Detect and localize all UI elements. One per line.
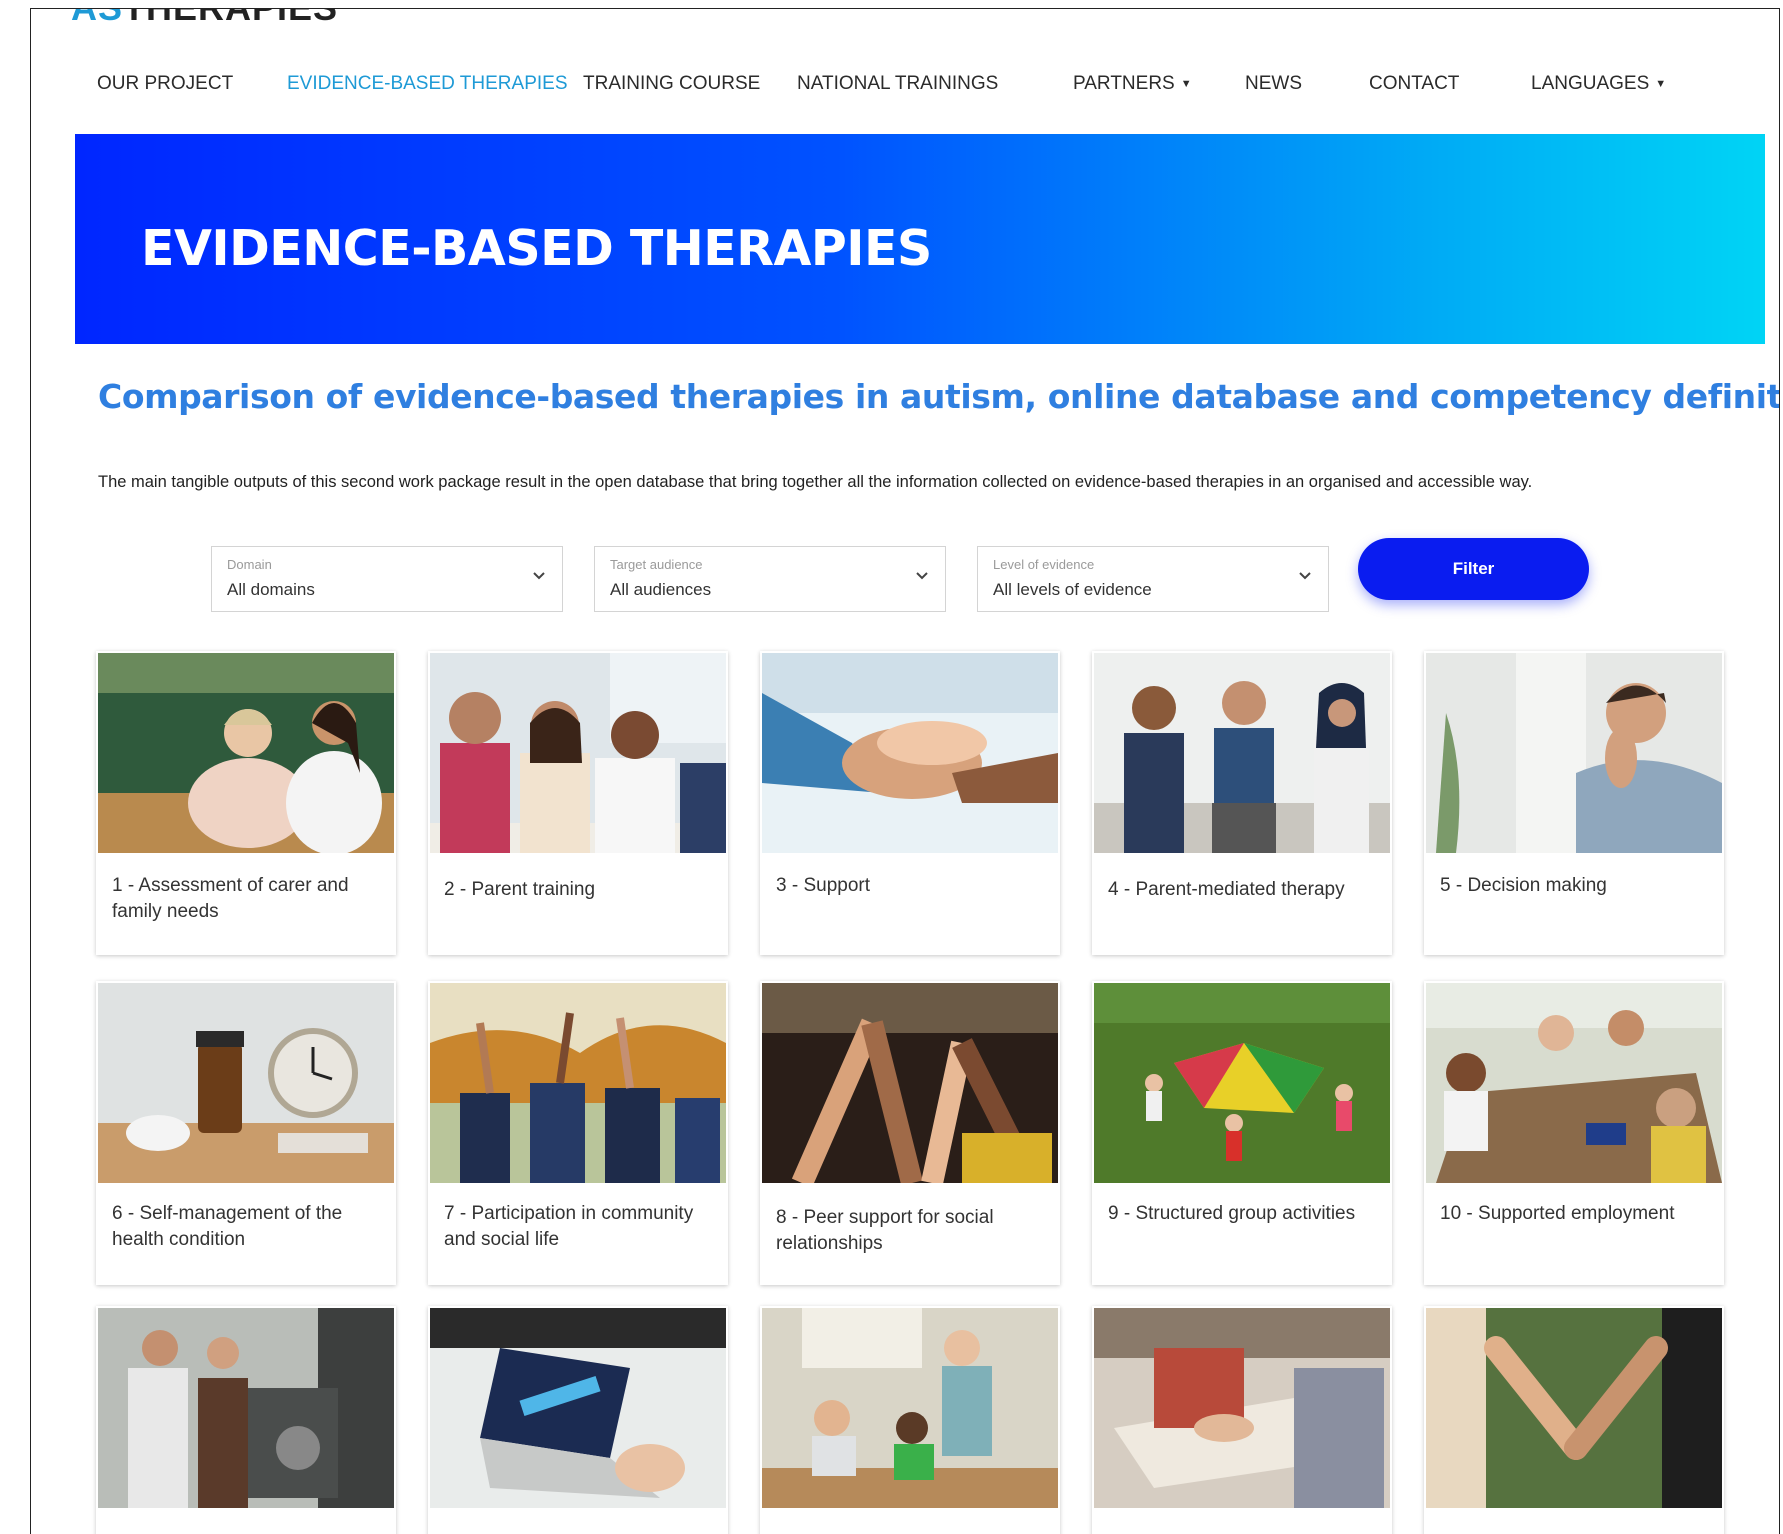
card-photo-group-seated [430,653,726,853]
therapy-card-14[interactable] [1092,1306,1392,1534]
therapy-card-4[interactable]: 4 - Parent-mediated therapy [1092,651,1392,955]
therapy-card-7[interactable]: 7 - Participation in community and socia… [428,981,728,1285]
audience-select[interactable]: Target audience All audiences [594,546,946,612]
card-title: 4 - Parent-mediated therapy [1108,879,1345,900]
page-title: EVIDENCE-BASED THERAPIES [141,220,932,277]
intro-text: The main tangible outputs of this second… [98,473,1533,491]
card-title: 8 - Peer support for social relationship… [776,1207,994,1254]
evidence-select[interactable]: Level of evidence All levels of evidence [977,546,1329,612]
card-photo-carer-nurse [98,653,394,853]
domain-select-label: Domain [227,557,272,572]
nav-evidence-based-therapies[interactable]: EVIDENCE-BASED THERAPIES [287,73,568,95]
chevron-down-icon [533,572,545,580]
nav-our-project[interactable]: OUR PROJECT [97,73,233,95]
card-photo-raised-hands [430,983,726,1183]
nav-label: CONTACT [1369,73,1460,94]
nav-label: PARTNERS [1073,73,1175,94]
audience-select-value: All audiences [610,580,712,599]
card-image [1426,1308,1722,1508]
therapy-card-8[interactable]: 8 - Peer support for social relationship… [760,981,1060,1285]
card-photo-hands-walking [1426,1308,1722,1508]
evidence-select-label: Level of evidence [993,557,1095,572]
caret-down-icon: ▼ [1655,77,1667,90]
chevron-down-icon [1299,572,1311,580]
chevron-down-icon [916,572,928,580]
nav-partners[interactable]: PARTNERS ▼ [1073,73,1192,95]
therapy-card-11[interactable] [96,1306,396,1534]
card-photo-workshop-machine [98,1308,394,1508]
card-image [762,653,1058,853]
section-subtitle: Comparison of evidence-based therapies i… [98,377,1780,416]
therapy-card-13[interactable] [760,1306,1060,1534]
card-photo-joined-hands [762,983,1058,1183]
domain-select-value: All domains [227,580,315,599]
card-image [98,653,394,853]
nav-label: OUR PROJECT [97,73,234,94]
site-logo[interactable]: ASTHERAPIES [71,9,338,29]
nav-label: TRAINING COURSE [583,73,761,94]
nav-training-course[interactable]: TRAINING COURSE [583,73,760,95]
card-image [1426,983,1722,1183]
filter-button[interactable]: Filter [1358,538,1589,600]
main-nav: OUR PROJECT EVIDENCE-BASED THERAPIES TRA… [97,73,1777,113]
card-title: 10 - Supported employment [1440,1203,1675,1224]
domain-select[interactable]: Domain All domains [211,546,563,612]
hero-banner: EVIDENCE-BASED THERAPIES [75,134,1765,344]
therapy-card-1[interactable]: 1 - Assessment of carer and family needs [96,651,396,955]
therapy-card-5[interactable]: 5 - Decision making [1424,651,1724,955]
therapy-card-12[interactable] [428,1306,728,1534]
card-title: 5 - Decision making [1440,875,1607,896]
nav-label: NEWS [1245,73,1302,94]
card-image [98,983,394,1183]
therapy-card-2[interactable]: 2 - Parent training [428,651,728,955]
card-title: 6 - Self-management of the health condit… [112,1203,343,1250]
card-photo-writing-desk [1094,1308,1390,1508]
card-title: 9 - Structured group activities [1108,1203,1356,1224]
therapy-card-10[interactable]: 10 - Supported employment [1424,981,1724,1285]
card-title: 2 - Parent training [444,879,596,900]
card-image [1094,653,1390,853]
nav-label: LANGUAGES [1531,73,1650,94]
card-image [430,1308,726,1508]
card-photo-holding-hands [762,653,1058,853]
card-photo-pills-clock [98,983,394,1183]
therapy-card-6[interactable]: 6 - Self-management of the health condit… [96,981,396,1285]
card-photo-parachute-game [1094,983,1390,1183]
card-photo-man-thinking [1426,653,1722,853]
therapy-card-15[interactable] [1424,1306,1724,1534]
card-title: 1 - Assessment of carer and family needs [112,875,349,922]
nav-national-trainings[interactable]: NATIONAL TRAININGS [797,73,998,95]
nav-languages[interactable]: LANGUAGES ▼ [1531,73,1666,95]
card-image [1094,1308,1390,1508]
audience-select-label: Target audience [610,557,703,572]
card-title: 3 - Support [776,875,870,896]
caret-down-icon: ▼ [1180,77,1192,90]
card-image [1094,983,1390,1183]
card-image [98,1308,394,1508]
page-frame: ASTHERAPIES OUR PROJECT EVIDENCE-BASED T… [30,8,1780,1534]
nav-label: EVIDENCE-BASED THERAPIES [287,73,568,94]
nav-news[interactable]: NEWS [1245,73,1302,95]
therapy-card-3[interactable]: 3 - Support [760,651,1060,955]
card-photo-circle-clapping [1094,653,1390,853]
card-image [430,653,726,853]
card-title: 7 - Participation in community and socia… [444,1203,694,1250]
therapy-card-9[interactable]: 9 - Structured group activities [1092,981,1392,1285]
card-image [762,1308,1058,1508]
card-photo-classroom [762,1308,1058,1508]
nav-label: NATIONAL TRAININGS [797,73,999,94]
nav-contact[interactable]: CONTACT [1369,73,1459,95]
card-image [430,983,726,1183]
card-photo-meeting-table [1426,983,1722,1183]
card-image [1426,653,1722,853]
card-photo-laptop-assessment [430,1308,726,1508]
card-image [762,983,1058,1183]
evidence-select-value: All levels of evidence [993,580,1152,599]
